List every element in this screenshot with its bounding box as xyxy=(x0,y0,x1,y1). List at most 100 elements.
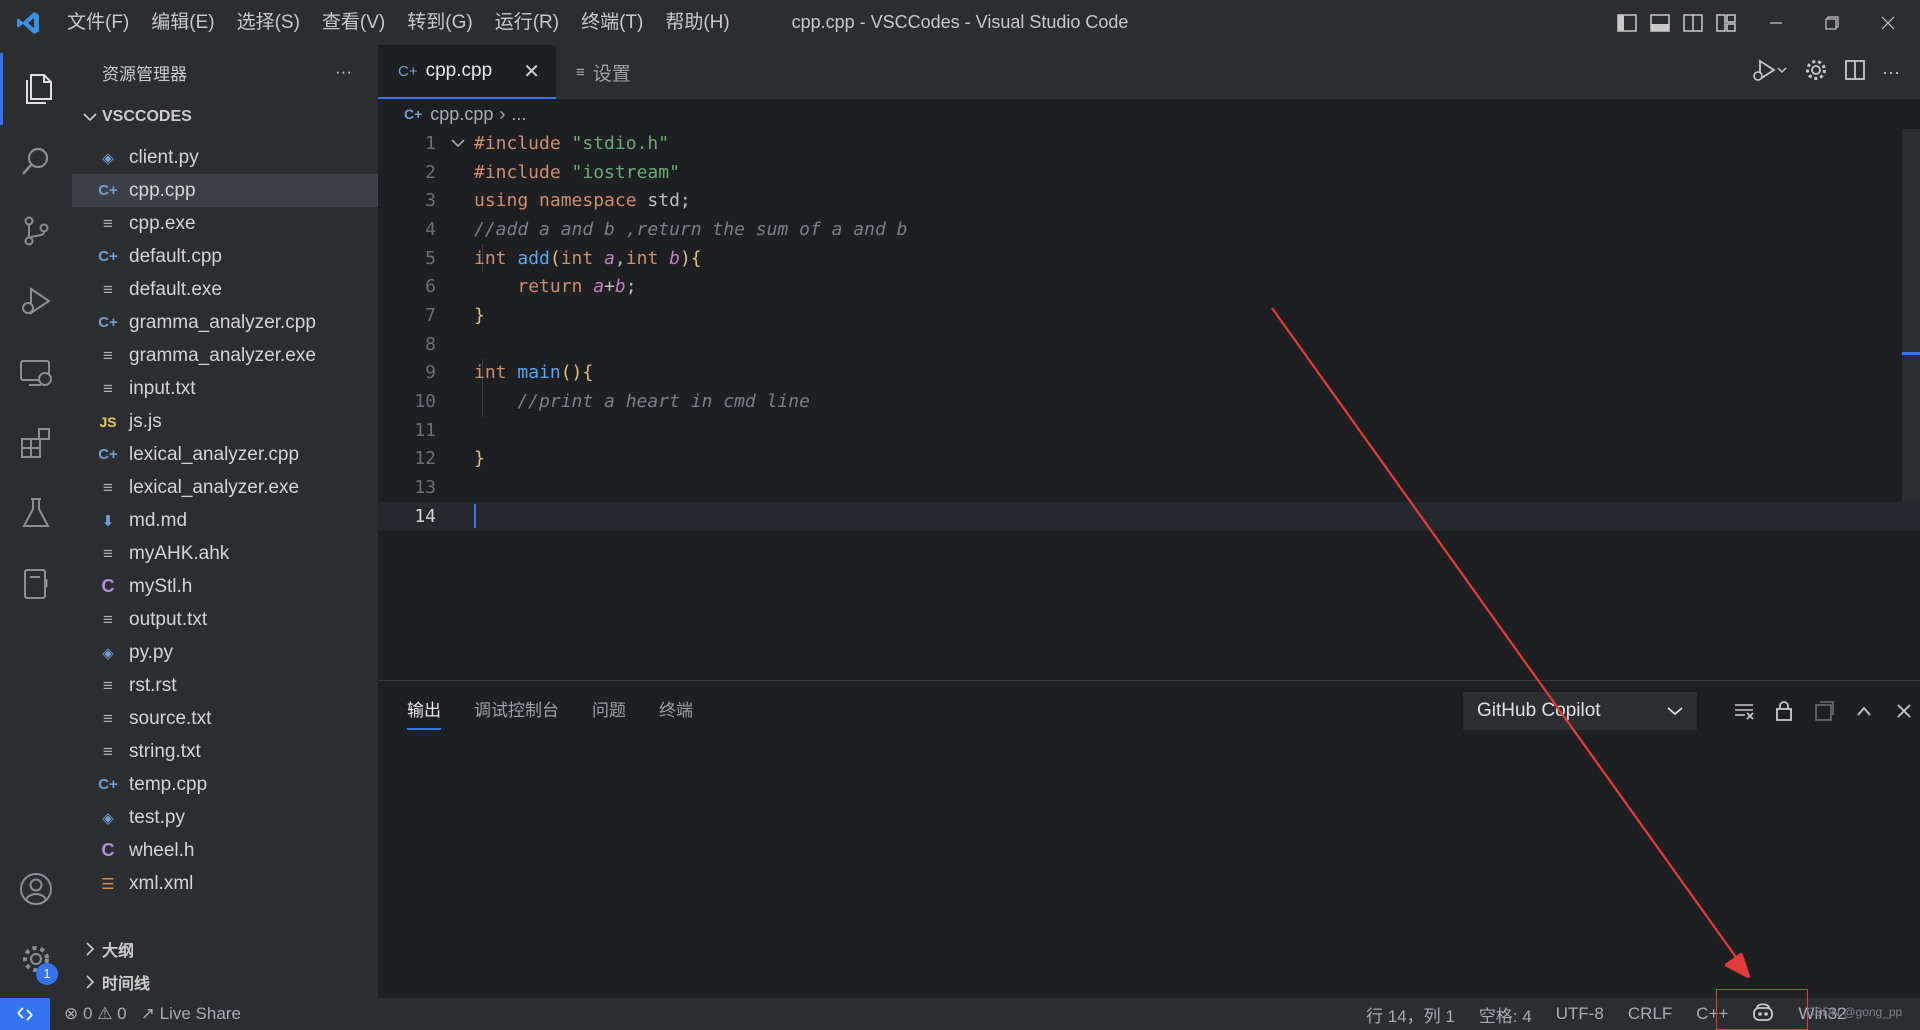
problems-indicator[interactable]: ⊗ 0 ⚠ 0 xyxy=(64,1004,127,1024)
run-debug-dropdown-icon[interactable] xyxy=(1750,57,1788,88)
gear-icon[interactable] xyxy=(1804,58,1828,87)
tab-output[interactable]: 输出 xyxy=(407,681,441,741)
menu-edit[interactable]: 编辑(E) xyxy=(140,0,225,45)
file-name: md.md xyxy=(129,509,188,531)
close-icon[interactable] xyxy=(1890,697,1918,725)
search-icon[interactable] xyxy=(0,125,72,197)
indentation[interactable]: 空格: 4 xyxy=(1479,1002,1532,1027)
file-item[interactable]: ◈ client.py xyxy=(72,141,378,174)
menu-selection[interactable]: 选择(S) xyxy=(226,0,311,45)
fold-chevron-icon[interactable] xyxy=(442,138,474,148)
code-editor[interactable]: 1 #include "stdio.h" 2 #include "iostream"… xyxy=(378,129,1920,531)
code-text: //print a heart in cmd line xyxy=(474,391,810,413)
customize-layout-icon[interactable] xyxy=(1715,12,1737,34)
file-name: py.py xyxy=(129,641,174,663)
file-item[interactable]: ◈ py.py xyxy=(72,636,378,669)
file-item[interactable]: ≡ gramma_analyzer.exe xyxy=(72,339,378,372)
file-name: wheel.h xyxy=(129,839,195,861)
file-item[interactable]: JS js.js xyxy=(72,405,378,438)
chevron-up-icon[interactable] xyxy=(1850,697,1878,725)
file-lines-icon: ≡ xyxy=(103,378,113,398)
toggle-primary-sidebar-icon[interactable] xyxy=(1616,12,1638,34)
file-lines-icon: ≡ xyxy=(103,741,113,761)
file-item[interactable]: ☰ xml.xml xyxy=(72,867,378,900)
close-window-icon[interactable] xyxy=(1860,0,1916,45)
tab-problems[interactable]: 问题 xyxy=(592,681,626,741)
file-name: client.py xyxy=(129,146,199,168)
toggle-panel-icon[interactable] xyxy=(1649,12,1671,34)
file-item[interactable]: ≡ default.exe xyxy=(72,273,378,306)
tab-debug-console[interactable]: 调试控制台 xyxy=(474,681,559,741)
cursor-position[interactable]: 行 14，列 1 xyxy=(1366,1002,1455,1027)
code-text: } xyxy=(474,304,485,326)
file-item[interactable]: CmyStl.h xyxy=(72,570,378,603)
file-name: source.txt xyxy=(129,707,212,729)
file-item[interactable]: ≡ output.txt xyxy=(72,603,378,636)
explorer-icon[interactable] xyxy=(0,53,72,125)
remote-explorer-icon[interactable] xyxy=(0,337,72,409)
tab-cpp[interactable]: C+ cpp.cpp ✕ xyxy=(378,45,556,99)
menu-file[interactable]: 文件(F) xyxy=(56,0,140,45)
file-item[interactable]: ⬇ md.md xyxy=(72,504,378,537)
file-item[interactable]: ≡ rst.rst xyxy=(72,669,378,702)
account-icon[interactable] xyxy=(0,853,72,925)
file-lines-icon: ≡ xyxy=(103,345,113,365)
output-channel-select[interactable]: GitHub Copilot xyxy=(1463,692,1697,730)
file-item[interactable]: ≡ lexical_analyzer.exe xyxy=(72,471,378,504)
file-item[interactable]: C+ default.cpp xyxy=(72,240,378,273)
cpp-icon: C+ xyxy=(398,62,418,80)
clear-output-icon[interactable] xyxy=(1730,697,1758,725)
encoding[interactable]: UTF-8 xyxy=(1556,1004,1604,1024)
file-item[interactable]: ≡ myAHK.ahk xyxy=(72,537,378,570)
file-name: string.txt xyxy=(129,740,201,762)
menu-terminal[interactable]: 终端(T) xyxy=(570,0,654,45)
file-item[interactable]: Cwheel.h xyxy=(72,834,378,867)
lock-icon[interactable] xyxy=(1770,697,1798,725)
open-output-in-editor-icon[interactable] xyxy=(1810,697,1838,725)
run-debug-icon[interactable] xyxy=(0,265,72,337)
file-item[interactable]: ≡ source.txt xyxy=(72,702,378,735)
file-item[interactable]: ≡ input.txt xyxy=(72,372,378,405)
editor-scrollbar[interactable] xyxy=(1902,129,1920,502)
folder-header[interactable]: VSCCODES xyxy=(72,99,378,135)
menu-help[interactable]: 帮助(H) xyxy=(654,0,740,45)
minimize-icon[interactable] xyxy=(1748,0,1804,45)
file-item[interactable]: C+ gramma_analyzer.cpp xyxy=(72,306,378,339)
testing-icon[interactable] xyxy=(0,477,72,549)
outline-section[interactable]: 大纲 xyxy=(72,932,378,965)
menu-go[interactable]: 转到(G) xyxy=(396,0,483,45)
file-item[interactable]: C+ cpp.cpp xyxy=(72,174,378,207)
error-icon: ⊗ xyxy=(64,1004,79,1023)
code-text: using namespace std; xyxy=(474,190,691,212)
code-line: 9 int main(){ xyxy=(378,359,1920,388)
file-lines-icon: ≡ xyxy=(576,63,585,81)
line-ending[interactable]: CRLF xyxy=(1628,1004,1672,1024)
toggle-secondary-sidebar-icon[interactable] xyxy=(1682,12,1704,34)
more-actions-button[interactable]: ··· xyxy=(335,62,352,82)
menu-run[interactable]: 运行(R) xyxy=(484,0,570,45)
remote-indicator[interactable] xyxy=(0,998,50,1030)
live-share-button[interactable]: ↗ Live Share xyxy=(141,1004,241,1024)
breadcrumb-symbol[interactable]: ... xyxy=(511,104,526,125)
file-item[interactable]: C+ temp.cpp xyxy=(72,768,378,801)
file-item[interactable]: ≡ string.txt xyxy=(72,735,378,768)
restore-icon[interactable] xyxy=(1804,0,1860,45)
file-item[interactable]: ≡ cpp.exe xyxy=(72,207,378,240)
timeline-section[interactable]: 时间线 xyxy=(72,965,378,998)
extensions-icon[interactable] xyxy=(0,407,72,479)
file-item[interactable]: C+ lexical_analyzer.cpp xyxy=(72,438,378,471)
menu-view[interactable]: 查看(V) xyxy=(311,0,396,45)
tab-terminal[interactable]: 终端 xyxy=(659,681,693,741)
more-icon[interactable]: ··· xyxy=(1882,62,1900,83)
tab-settings[interactable]: ≡ 设置 xyxy=(556,45,736,99)
file-name: xml.xml xyxy=(129,872,194,894)
source-control-icon[interactable] xyxy=(0,195,72,267)
manage-gear-icon[interactable]: 1 xyxy=(0,923,72,995)
file-item[interactable]: ◈ test.py xyxy=(72,801,378,834)
close-icon[interactable]: ✕ xyxy=(523,59,540,84)
notebook-icon[interactable] xyxy=(0,548,72,620)
split-editor-icon[interactable] xyxy=(1844,59,1866,86)
breadcrumb-file[interactable]: cpp.cpp xyxy=(430,104,493,125)
settings-badge: 1 xyxy=(36,963,58,985)
rss-icon: ☰ xyxy=(101,875,115,893)
